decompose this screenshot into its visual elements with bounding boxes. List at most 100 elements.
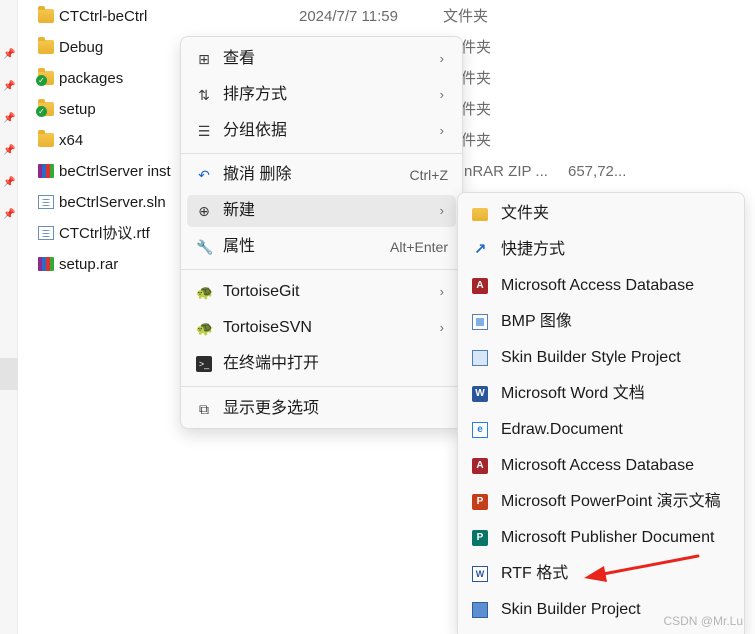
shortcut-key: Alt+Enter: [390, 239, 448, 255]
menu-item-label: 在终端中打开: [223, 355, 320, 372]
menu-item-terminal[interactable]: >_ 在终端中打开: [187, 348, 456, 380]
submenu-item-label: Edraw.Document: [501, 421, 623, 438]
menu-item-tortoisegit[interactable]: 🐢 TortoiseGit ›: [187, 276, 456, 308]
submenu-item-label: 快捷方式: [501, 241, 566, 258]
file-type: 件夹: [461, 39, 492, 56]
skin-builder-project-icon: [472, 602, 488, 618]
menu-item-label: TortoiseGit: [223, 283, 300, 300]
rar-archive-icon: [38, 257, 54, 271]
shortcut-icon: ↗: [473, 241, 487, 258]
submenu-item-word[interactable]: W Microsoft Word 文档: [464, 378, 738, 410]
undo-icon: ↶: [198, 167, 210, 183]
navigation-pane: 📌 📌 📌 📌 📌 📌: [0, 0, 18, 634]
menu-item-more-options[interactable]: ⧉ 显示更多选项: [187, 393, 456, 425]
file-name: Debug: [59, 39, 104, 56]
menu-item-view[interactable]: ⊞ 查看 ›: [187, 43, 456, 75]
menu-separator: [181, 153, 462, 154]
submenu-item-label: Skin Builder Project: [501, 601, 641, 618]
rtf-icon: W: [472, 566, 488, 582]
file-name: CTCtrl协议.rtf: [59, 225, 150, 242]
solution-file-icon: [38, 195, 54, 209]
powerpoint-icon: P: [472, 494, 488, 510]
file-type: 件夹: [461, 132, 492, 149]
submenu-item-bmp[interactable]: BMP 图像: [464, 306, 738, 338]
publisher-icon: P: [472, 530, 488, 546]
access-icon: A: [472, 278, 488, 294]
group-icon: ☰: [197, 123, 211, 139]
file-name: x64: [59, 132, 84, 149]
submenu-item-label: Microsoft Access Database: [501, 457, 694, 474]
terminal-icon: >_: [196, 356, 212, 372]
word-icon: W: [472, 386, 488, 402]
chevron-right-icon: ›: [439, 87, 444, 102]
file-size: 657,72...: [568, 163, 627, 180]
pin-icon[interactable]: 📌: [3, 209, 15, 221]
submenu-item-access-2[interactable]: A Microsoft Access Database: [464, 450, 738, 482]
file-type: 文件夹: [443, 8, 489, 25]
submenu-item-access[interactable]: A Microsoft Access Database: [464, 270, 738, 302]
submenu-item-powerpoint[interactable]: P Microsoft PowerPoint 演示文稿: [464, 486, 738, 518]
pin-icon[interactable]: 📌: [3, 113, 15, 125]
chevron-right-icon: ›: [439, 284, 444, 299]
nav-selected-item[interactable]: [0, 358, 18, 390]
folder-icon: [472, 208, 488, 221]
submenu-item-edraw[interactable]: e Edraw.Document: [464, 414, 738, 446]
menu-item-label: 撤消 删除: [223, 166, 292, 183]
file-name: packages: [59, 70, 124, 87]
menu-separator: [181, 269, 462, 270]
file-name: beCtrlServer inst: [59, 163, 171, 180]
menu-item-label: 新建: [223, 202, 256, 219]
file-row[interactable]: CTCtrl-beCtrl 2024/7/7 11:59 文件夹: [18, 1, 558, 32]
pin-icon[interactable]: 📌: [3, 177, 15, 189]
add-circle-icon: ⊕: [198, 203, 210, 219]
menu-item-sort[interactable]: ⇅ 排序方式 ›: [187, 79, 456, 111]
file-name: CTCtrl-beCtrl: [59, 8, 148, 25]
menu-item-group[interactable]: ☰ 分组依据 ›: [187, 115, 456, 147]
submenu-item-label: Microsoft Word 文档: [501, 385, 645, 402]
folder-sync-icon: [36, 68, 54, 86]
rtf-file-icon: [38, 226, 54, 240]
folder-sync-icon: [36, 99, 54, 117]
folder-icon: [38, 37, 54, 54]
submenu-item-shortcut[interactable]: ↗ 快捷方式: [464, 234, 738, 266]
pin-icon[interactable]: 📌: [3, 145, 15, 157]
rar-archive-icon: [38, 164, 54, 178]
menu-item-label: 排序方式: [223, 86, 288, 103]
menu-item-undo[interactable]: ↶ 撤消 删除 Ctrl+Z: [187, 159, 456, 191]
submenu-item-label: RTF 格式: [501, 565, 569, 582]
skin-builder-icon: [472, 350, 488, 366]
menu-item-tortoisesvn[interactable]: 🐢 TortoiseSVN ›: [187, 312, 456, 344]
pin-icon[interactable]: 📌: [3, 81, 15, 93]
menu-separator: [181, 386, 462, 387]
menu-item-label: 属性: [223, 238, 256, 255]
menu-item-label: 查看: [223, 50, 256, 67]
submenu-item-folder[interactable]: 文件夹: [464, 198, 738, 230]
pin-icon[interactable]: 📌: [3, 49, 15, 61]
context-menu: ⊞ 查看 › ⇅ 排序方式 › ☰ 分组依据 › ↶ 撤消 删除 Ctrl+Z …: [180, 36, 463, 429]
sort-icon: ⇅: [198, 87, 210, 103]
file-name: setup: [59, 101, 96, 118]
annotation-arrow: [584, 554, 700, 582]
submenu-item-label: 文件夹: [501, 205, 550, 222]
shortcut-key: Ctrl+Z: [409, 167, 449, 183]
bmp-image-icon: [472, 314, 488, 330]
wrench-icon: 🔧: [196, 239, 214, 255]
grid-view-icon: ⊞: [198, 51, 210, 67]
file-date: 2024/7/7 11:59: [299, 8, 398, 25]
file-name: setup.rar: [59, 256, 119, 273]
watermark: CSDN @Mr.Lu: [663, 614, 743, 628]
submenu-item-label: Microsoft Access Database: [501, 277, 694, 294]
chevron-right-icon: ›: [439, 203, 444, 218]
chevron-right-icon: ›: [439, 320, 444, 335]
submenu-item-skin-style[interactable]: Skin Builder Style Project: [464, 342, 738, 374]
menu-item-label: 显示更多选项: [223, 400, 320, 417]
file-type: nRAR ZIP ...: [464, 163, 548, 180]
menu-item-properties[interactable]: 🔧 属性 Alt+Enter: [187, 231, 456, 263]
menu-item-label: 分组依据: [223, 122, 288, 139]
access-icon: A: [472, 458, 488, 474]
chevron-right-icon: ›: [439, 51, 444, 66]
submenu-item-label: Microsoft PowerPoint 演示文稿: [501, 493, 721, 510]
tortoise-icon: 🐢: [196, 320, 214, 336]
file-type: 件夹: [461, 101, 492, 118]
menu-item-new[interactable]: ⊕ 新建 ›: [187, 195, 456, 227]
